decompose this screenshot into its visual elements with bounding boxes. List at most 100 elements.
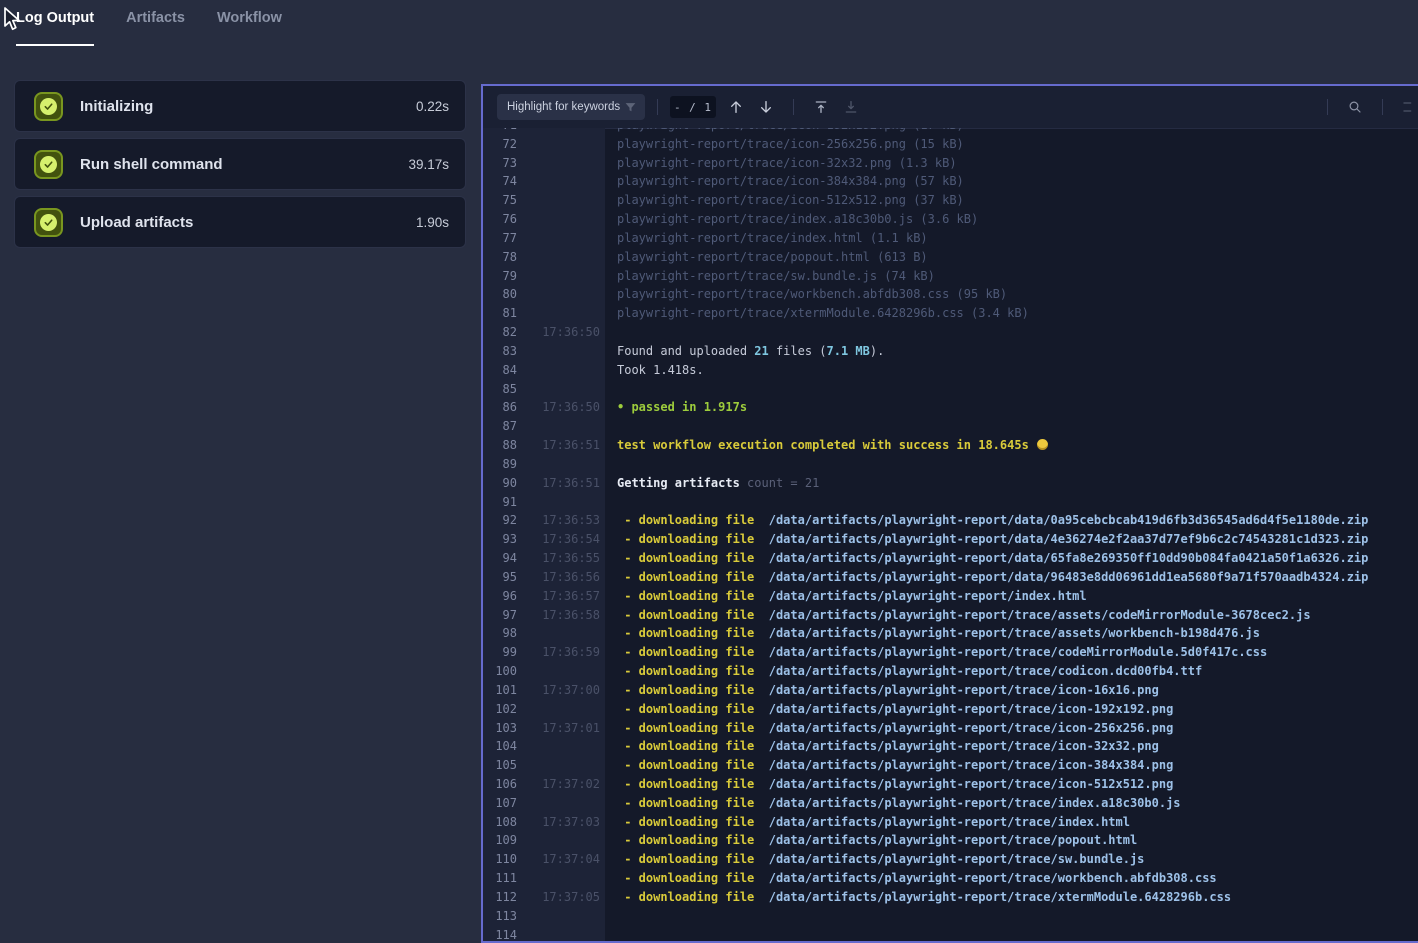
log-segment-green: • passed in 1.917s: [617, 400, 747, 414]
step-card-upload-artifacts[interactable]: Upload artifacts1.90s: [14, 196, 466, 248]
log-line-content: - downloading file /data/artifacts/playw…: [605, 719, 1418, 738]
log-line-number: 111: [483, 869, 517, 888]
log-line-content: - downloading file /data/artifacts/playw…: [605, 568, 1418, 587]
log-line-content: [605, 323, 1418, 342]
log-timestamp: [517, 417, 605, 436]
log-line: 79playwright-report/trace/sw.bundle.js (…: [483, 267, 1418, 286]
log-segment-dim: playwright-report/trace/index.a18c30b0.j…: [617, 212, 978, 226]
log-line: 107 - downloading file /data/artifacts/p…: [483, 794, 1418, 813]
log-line: 10617:37:02 - downloading file /data/art…: [483, 775, 1418, 794]
log-segment-path: /data/artifacts/playwright-report/trace/…: [754, 890, 1231, 904]
log-line-content: - downloading file /data/artifacts/playw…: [605, 587, 1418, 606]
log-line-content: - downloading file /data/artifacts/playw…: [605, 813, 1418, 832]
success-check-icon: [34, 208, 63, 237]
log-line: 74playwright-report/trace/icon-384x384.p…: [483, 172, 1418, 191]
log-line: 98 - downloading file /data/artifacts/pl…: [483, 624, 1418, 643]
log-timestamp: [517, 662, 605, 681]
log-line: 81playwright-report/trace/xtermModule.64…: [483, 304, 1418, 323]
step-title: Run shell command: [80, 156, 223, 173]
log-panel: Highlight for keywords - / 1: [481, 84, 1418, 943]
log-line: 73playwright-report/trace/icon-32x32.png…: [483, 154, 1418, 173]
log-line-number: 99: [483, 643, 517, 662]
log-timestamp: [517, 380, 605, 399]
log-line: 9017:36:51Getting artifacts count = 21: [483, 474, 1418, 493]
next-match-button[interactable]: [756, 97, 776, 117]
log-line-number: 79: [483, 267, 517, 286]
log-line: 89: [483, 455, 1418, 474]
prev-match-button[interactable]: [726, 97, 746, 117]
scroll-to-bottom-icon: [843, 99, 859, 115]
log-segment-yellow: - downloading file: [617, 645, 754, 659]
log-line-content: playwright-report/trace/workbench.abfdb3…: [605, 285, 1418, 304]
log-segment-dim: playwright-report/trace/icon-192x192.png…: [617, 128, 964, 132]
log-line-number: 91: [483, 493, 517, 512]
log-segment-dim: playwright-report/trace/icon-384x384.png…: [617, 174, 964, 188]
log-line-number: 104: [483, 737, 517, 756]
log-line: 9417:36:55 - downloading file /data/arti…: [483, 549, 1418, 568]
highlight-keywords-input[interactable]: Highlight for keywords: [497, 94, 645, 120]
log-timestamp: 17:36:54: [517, 530, 605, 549]
toolbar-divider: [1327, 99, 1328, 115]
step-card-initializing[interactable]: Initializing0.22s: [14, 80, 466, 132]
log-timestamp: [517, 756, 605, 775]
log-line-number: 75: [483, 191, 517, 210]
log-output[interactable]: 71playwright-report/trace/icon-192x192.p…: [483, 128, 1418, 941]
step-duration: 39.17s: [408, 157, 449, 172]
log-line: 102 - downloading file /data/artifacts/p…: [483, 700, 1418, 719]
log-line-number: 86: [483, 398, 517, 417]
log-timestamp: 17:36:53: [517, 511, 605, 530]
scroll-to-bottom-button[interactable]: [841, 97, 861, 117]
log-line-number: 107: [483, 794, 517, 813]
log-line-number: 109: [483, 831, 517, 850]
log-line-number: 100: [483, 662, 517, 681]
scroll-to-top-button[interactable]: [811, 97, 831, 117]
log-line-content: playwright-report/trace/popout.html (613…: [605, 248, 1418, 267]
log-segment-yellow: - downloading file: [617, 833, 754, 847]
tab-log-output[interactable]: Log Output: [16, 0, 94, 46]
tab-workflow[interactable]: Workflow: [217, 0, 282, 46]
log-line-content: - downloading file /data/artifacts/playw…: [605, 831, 1418, 850]
log-timestamp: [517, 229, 605, 248]
log-line-content: - downloading file /data/artifacts/playw…: [605, 888, 1418, 907]
log-line: 8817:36:51test workflow execution comple…: [483, 436, 1418, 455]
log-line-content: playwright-report/trace/icon-192x192.png…: [605, 128, 1418, 135]
log-segment-yellow: - downloading file: [617, 608, 754, 622]
tab-artifacts[interactable]: Artifacts: [126, 0, 185, 46]
log-line-content: - downloading file /data/artifacts/playw…: [605, 850, 1418, 869]
log-segment-path: /data/artifacts/playwright-report/trace/…: [754, 721, 1173, 735]
log-timestamp: [517, 624, 605, 643]
match-counter: - / 1: [670, 96, 716, 118]
step-card-run-shell-command[interactable]: Run shell command 39.17s: [14, 138, 466, 190]
log-line-content: Took 1.418s.: [605, 361, 1418, 380]
log-timestamp: [517, 154, 605, 173]
highlight-keywords-placeholder: Highlight for keywords: [507, 101, 624, 113]
log-line: 84Took 1.418s.: [483, 361, 1418, 380]
log-timestamp: [517, 493, 605, 512]
log-segment-path: /data/artifacts/playwright-report/data/0…: [754, 513, 1368, 527]
log-line: 77playwright-report/trace/index.html (1.…: [483, 229, 1418, 248]
log-line-content: - downloading file /data/artifacts/playw…: [605, 700, 1418, 719]
log-line: 76 playwright-report/trace/index.a18c30b0…: [483, 210, 1418, 229]
log-timestamp: 17:36:56: [517, 568, 605, 587]
log-segment-yellow: - downloading file: [617, 721, 754, 735]
log-line-content: [605, 907, 1418, 926]
log-timestamp: 17:36:50: [517, 398, 605, 417]
log-line-number: 76: [483, 210, 517, 229]
step-duration: 1.90s: [416, 215, 449, 230]
log-line-number: 98: [483, 624, 517, 643]
clipped-toolbar-button[interactable]: [1400, 97, 1418, 117]
log-line-content: - downloading file /data/artifacts/playw…: [605, 624, 1418, 643]
log-line-number: 103: [483, 719, 517, 738]
log-segment-white: Took 1.418s.: [617, 363, 704, 377]
log-segment-cyan: 7.1 MB: [827, 344, 870, 358]
log-segment-dim: playwright-report/trace/icon-512x512.png…: [617, 193, 964, 207]
search-button[interactable]: [1345, 97, 1365, 117]
log-line-content: [605, 455, 1418, 474]
log-line-content: Found and uploaded 21 files (7.1 MB).: [605, 342, 1418, 361]
log-line-content: - downloading file /data/artifacts/playw…: [605, 681, 1418, 700]
log-segment-path: /data/artifacts/playwright-report/trace/…: [754, 815, 1130, 829]
log-segment-dim: playwright-report/trace/icon-32x32.png (…: [617, 156, 957, 170]
log-line-content: test workflow execution completed with s…: [605, 436, 1418, 455]
log-timestamp: [517, 267, 605, 286]
log-line: 10117:37:00 - downloading file /data/art…: [483, 681, 1418, 700]
